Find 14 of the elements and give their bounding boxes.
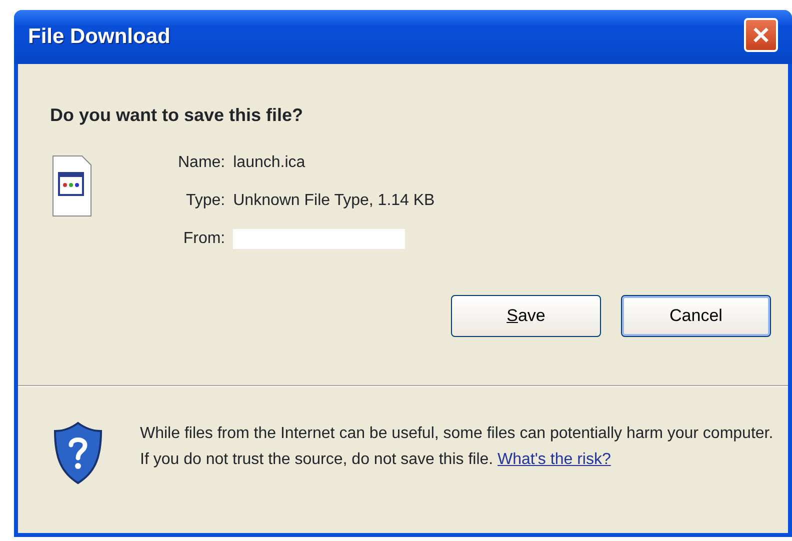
question-heading: Do you want to save this file? <box>50 104 304 127</box>
dialog-button[interactable]: Save <box>451 295 601 337</box>
close-icon[interactable] <box>744 18 778 52</box>
dialog-button[interactable]: Cancel <box>621 295 771 337</box>
field-label: From: <box>182 229 226 249</box>
field-label: Type: <box>184 191 226 211</box>
field-value: Unknown File Type, 1.14 KB <box>233 191 435 211</box>
window-title: File Download <box>28 24 170 50</box>
file-icon <box>52 155 92 217</box>
warning-text: While files from the Internet can be useful, some files can potentially harm your computer. If you do not trust the source, do not save this file. What's the risk? <box>140 424 774 470</box>
shield-question-icon <box>52 421 104 485</box>
risk-link[interactable]: What's the risk? <box>498 451 611 468</box>
field-label: Name: <box>178 153 226 173</box>
field-value: launch.ica <box>233 153 306 173</box>
